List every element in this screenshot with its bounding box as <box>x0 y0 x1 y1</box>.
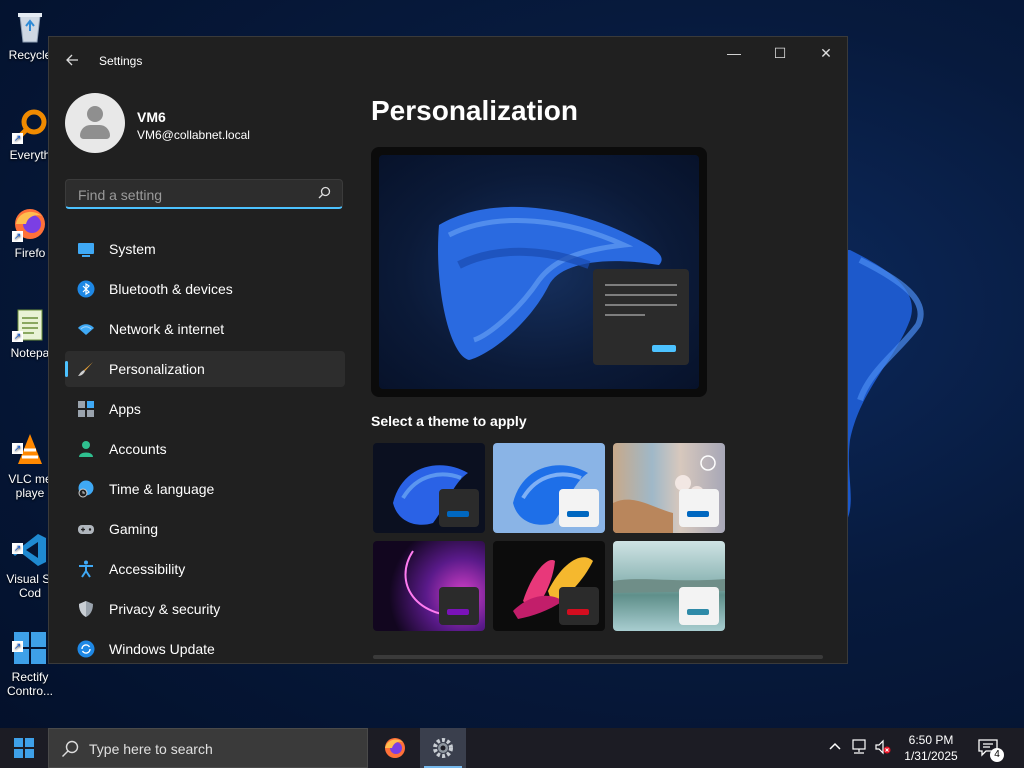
desktop-icon-label: Rectify Contro... <box>6 670 54 698</box>
sidebar-item-system[interactable]: System <box>65 231 345 267</box>
sidebar-nav: System Bluetooth & devices Network & int… <box>65 231 345 663</box>
taskbar-app-firefox[interactable] <box>372 728 418 768</box>
shield-icon <box>79 601 93 617</box>
horizontal-scrollbar[interactable] <box>373 655 823 659</box>
shortcut-arrow-icon: ↗ <box>12 543 23 554</box>
settings-search-box[interactable] <box>65 179 343 209</box>
sidebar-item-time-language[interactable]: Time & language <box>65 471 345 507</box>
maximize-button[interactable]: ☐ <box>757 37 803 69</box>
profile-email: VM6@collabnet.local <box>137 128 250 142</box>
firefox-icon: ↗ <box>12 206 48 242</box>
notification-center-button[interactable]: 4 <box>972 728 1012 768</box>
page-title: Personalization <box>371 95 578 126</box>
clock-date: 1/31/2025 <box>904 749 958 763</box>
sidebar-item-bluetooth[interactable]: Bluetooth & devices <box>65 271 345 307</box>
minimize-button[interactable]: — <box>711 37 757 69</box>
clock-time: 6:50 PM <box>908 733 954 747</box>
theme-section-label: Select a theme to apply <box>371 413 527 429</box>
taskbar-search-placeholder: Type here to search <box>89 741 213 757</box>
sidebar-item-label: Personalization <box>109 361 205 377</box>
shortcut-arrow-icon: ↗ <box>12 641 23 652</box>
control-panel-icon: ↗ <box>12 616 48 664</box>
search-icon <box>62 740 79 757</box>
sidebar-item-label: Windows Update <box>109 641 215 657</box>
sidebar-item-accounts[interactable]: Accounts <box>65 431 345 467</box>
sidebar-item-label: Gaming <box>109 521 159 537</box>
sidebar-item-privacy-security[interactable]: Privacy & security <box>65 591 345 627</box>
accessibility-icon <box>79 560 93 578</box>
chevron-up-icon[interactable] <box>828 739 842 756</box>
shortcut-arrow-icon: ↗ <box>12 231 23 242</box>
theme-tile-windows-dark[interactable] <box>373 443 485 533</box>
system-tray <box>826 728 896 768</box>
vlc-icon: ↗ <box>12 418 48 464</box>
sidebar-item-label: Apps <box>109 401 141 417</box>
sidebar-item-label: Network & internet <box>109 321 225 337</box>
profile-name: VM6 <box>137 109 166 125</box>
sidebar-item-personalization[interactable]: Personalization <box>65 351 345 387</box>
vscode-icon: ↗ <box>12 518 48 566</box>
theme-tile-windows-spotlight[interactable] <box>613 443 725 533</box>
apps-icon <box>78 401 94 417</box>
settings-window: Settings — ☐ ✕ VM6 VM6@collabnet.local S… <box>48 36 848 664</box>
recycle-bin-icon <box>12 8 48 44</box>
clock-globe-icon <box>78 480 94 498</box>
volume-muted-icon[interactable] <box>874 739 892 760</box>
sidebar-item-network[interactable]: Network & internet <box>65 311 345 347</box>
network-icon[interactable] <box>850 739 868 760</box>
everything-search-icon: ↗ <box>12 108 48 144</box>
gamepad-icon <box>78 525 94 534</box>
sidebar-item-accessibility[interactable]: Accessibility <box>65 551 345 587</box>
sidebar-item-label: Accessibility <box>109 561 186 577</box>
theme-preview <box>371 147 707 397</box>
firefox-icon <box>385 738 405 758</box>
sidebar-item-label: Time & language <box>109 481 215 497</box>
sidebar-item-label: System <box>109 241 156 257</box>
windows-logo-icon <box>14 738 34 758</box>
taskbar-clock[interactable]: 6:50 PM 1/31/2025 <box>900 732 962 764</box>
taskbar: Type here to search 6:50 PM 1/31/2025 4 <box>0 728 1024 768</box>
settings-gear-icon <box>433 738 453 758</box>
start-button[interactable] <box>0 728 48 768</box>
accounts-icon <box>79 441 93 457</box>
wifi-icon <box>78 324 94 335</box>
title-bar: Settings — ☐ ✕ <box>49 37 847 85</box>
shortcut-arrow-icon: ↗ <box>12 133 23 144</box>
notepad-icon: ↗ <box>12 306 48 342</box>
theme-tile-captured-motion[interactable] <box>493 541 605 631</box>
bluetooth-icon <box>77 280 95 298</box>
sidebar-item-gaming[interactable]: Gaming <box>65 511 345 547</box>
sidebar-item-label: Privacy & security <box>109 601 221 617</box>
sidebar-item-label: Bluetooth & devices <box>109 281 233 297</box>
shortcut-arrow-icon: ↗ <box>12 331 23 342</box>
sidebar-item-windows-update[interactable]: Windows Update <box>65 631 345 663</box>
avatar <box>65 93 125 153</box>
close-button[interactable]: ✕ <box>803 37 847 69</box>
search-icon[interactable] <box>318 186 332 200</box>
taskbar-app-settings[interactable] <box>420 728 466 768</box>
theme-tile-flow[interactable] <box>613 541 725 631</box>
taskbar-search-box[interactable]: Type here to search <box>48 728 368 768</box>
system-icon <box>78 243 94 257</box>
notification-badge: 4 <box>990 748 1004 762</box>
shortcut-arrow-icon: ↗ <box>12 443 23 454</box>
back-arrow-icon[interactable] <box>65 53 81 69</box>
preview-wallpaper-bloom <box>438 206 689 365</box>
theme-tile-windows-light[interactable] <box>493 443 605 533</box>
sidebar-item-label: Accounts <box>109 441 167 457</box>
brush-icon <box>78 362 93 376</box>
window-title: Settings <box>99 54 143 68</box>
sidebar-item-apps[interactable]: Apps <box>65 391 345 427</box>
search-input[interactable] <box>76 185 310 205</box>
update-icon <box>77 640 95 658</box>
theme-tile-glow[interactable] <box>373 541 485 631</box>
